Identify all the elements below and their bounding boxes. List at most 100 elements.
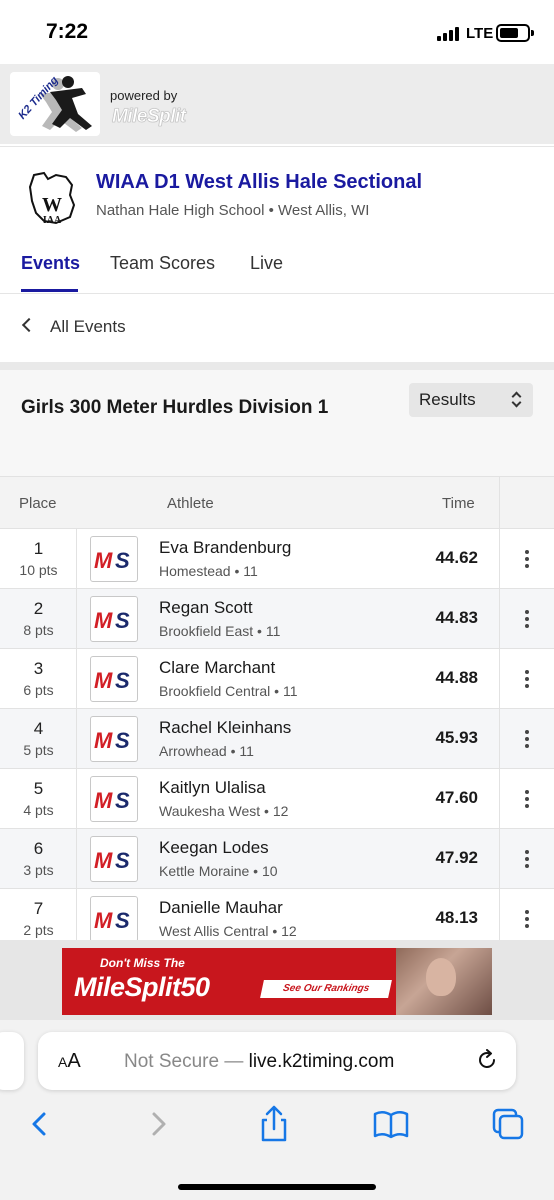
team-logo-s: S	[115, 728, 130, 753]
more-options-icon[interactable]	[500, 889, 554, 940]
athlete-name[interactable]: Keegan Lodes	[159, 838, 269, 858]
reload-icon[interactable]	[476, 1049, 498, 1071]
more-options-icon[interactable]	[500, 589, 554, 649]
more-options-icon[interactable]	[500, 709, 554, 769]
team-logo-m: M	[94, 548, 112, 573]
browser-chrome: AA Not Secure — live.k2timing.com	[0, 1020, 554, 1200]
place-value: 7	[33, 899, 44, 918]
k2-timing-logo[interactable]: K2 Timing	[10, 72, 100, 136]
table-row[interactable]: 5 4 pts M S Kaitlyn Ulalisa Waukesha West • 1…	[0, 768, 554, 829]
signal-strength-icon	[437, 27, 461, 41]
team-logo-s: S	[115, 608, 130, 633]
powered-by-label: powered by	[110, 88, 178, 103]
previous-tab-card[interactable]	[0, 1032, 24, 1090]
wiaa-logo-icon: W IAA	[28, 171, 76, 226]
team-logo: MS	[90, 596, 138, 642]
table-row[interactable]: 4 5 pts M S Rachel Kleinhans Arrowhead • 11 45…	[0, 708, 554, 769]
domain-label: live.k2timing.com	[248, 1051, 395, 1072]
meet-location: Nathan Hale High School • West Allis, WI	[96, 202, 370, 219]
team-logo: MS	[90, 656, 138, 702]
bookmarks-icon[interactable]	[371, 1104, 411, 1144]
athlete-team-grade: Homestead • 11	[159, 563, 258, 579]
athlete-name[interactable]: Eva Brandenburg	[159, 538, 291, 558]
place-value: 6	[33, 839, 44, 858]
forward-icon[interactable]	[138, 1104, 178, 1144]
column-divider	[76, 829, 77, 889]
tabs-icon[interactable]	[488, 1104, 528, 1144]
athlete-name[interactable]: Clare Marchant	[159, 658, 275, 678]
ad-athlete-photo	[396, 948, 492, 1015]
event-header: Girls 300 Meter Hurdles Division 1 Resul…	[0, 370, 554, 476]
address-bar[interactable]: AA Not Secure — live.k2timing.com	[38, 1032, 516, 1090]
table-row[interactable]: 2 8 pts M S Regan Scott Brookfield East • 11 4…	[0, 588, 554, 649]
athlete-name[interactable]: Regan Scott	[159, 598, 253, 618]
column-divider	[499, 477, 500, 529]
reader-options-button[interactable]: AA	[58, 1050, 81, 1073]
security-label: Not Secure —	[124, 1051, 244, 1072]
network-type: LTE	[466, 25, 494, 42]
status-bar: 7:22 LTE	[0, 0, 554, 64]
athlete-team-grade: Brookfield East • 11	[159, 623, 281, 639]
athlete-team-grade: West Allis Central • 12	[159, 923, 297, 939]
team-logo-m: M	[94, 788, 112, 813]
chevron-up-down-icon	[511, 390, 523, 410]
column-divider	[76, 769, 77, 829]
team-logo-s: S	[115, 848, 130, 873]
milesplit-wordmark: MileSplit	[112, 106, 187, 128]
milesplit50-ad-banner[interactable]: Don't Miss The MileSplit50 See Our Ranki…	[62, 948, 492, 1015]
points-value: 5 pts	[23, 742, 54, 758]
place-value: 4	[33, 719, 44, 738]
place-value: 2	[33, 599, 44, 618]
chevron-left-icon	[21, 317, 37, 333]
ad-big-text: MileSplit50	[74, 972, 210, 1002]
meet-title[interactable]: WIAA D1 West Allis Hale Sectional	[96, 171, 422, 194]
tab-team-scores[interactable]: Team Scores	[110, 253, 215, 274]
team-logo-m: M	[94, 848, 112, 873]
tab-live[interactable]: Live	[250, 253, 283, 274]
header-time: Time	[442, 495, 475, 512]
column-divider	[76, 649, 77, 709]
team-logo-s: S	[115, 788, 130, 813]
team-logo: MS	[90, 836, 138, 882]
team-logo-s: S	[115, 908, 130, 933]
result-time: 47.60	[435, 788, 478, 807]
more-options-icon[interactable]	[500, 829, 554, 889]
battery-icon	[496, 24, 534, 42]
result-time: 44.62	[435, 548, 478, 567]
share-icon[interactable]	[254, 1104, 294, 1144]
header-athlete: Athlete	[167, 495, 214, 512]
tab-events[interactable]: Events	[21, 253, 80, 274]
table-row[interactable]: 3 6 pts M S Clare Marchant Brookfield Central…	[0, 648, 554, 709]
home-indicator	[178, 1184, 376, 1190]
status-time: 7:22	[46, 20, 89, 43]
table-row[interactable]: 7 2 pts M S Danielle Mauhar West Allis Centra…	[0, 888, 554, 940]
back-icon[interactable]	[20, 1104, 60, 1144]
result-time: 48.13	[435, 908, 478, 927]
result-time: 45.93	[435, 728, 478, 747]
meet-header: W IAA WIAA D1 West Allis Hale Sectional …	[0, 146, 554, 294]
athlete-name[interactable]: Rachel Kleinhans	[159, 718, 291, 738]
active-tab-indicator	[21, 289, 78, 292]
result-time: 44.83	[435, 608, 478, 627]
column-divider	[76, 709, 77, 769]
ad-area: Don't Miss The MileSplit50 See Our Ranki…	[0, 940, 554, 1020]
column-divider	[76, 589, 77, 649]
column-divider	[76, 889, 77, 940]
svg-text:W: W	[42, 194, 62, 216]
athlete-name[interactable]: Kaitlyn Ulalisa	[159, 778, 266, 798]
table-row[interactable]: 1 10 pts M S Eva Brandenburg Homestead • 11 44…	[0, 528, 554, 589]
url-display[interactable]: Not Secure — live.k2timing.com	[124, 1051, 394, 1073]
athlete-team-grade: Brookfield Central • 11	[159, 683, 298, 699]
team-logo: MS	[90, 716, 138, 762]
place-value: 3	[33, 659, 44, 678]
back-to-events-link[interactable]: All Events	[0, 294, 554, 362]
more-options-icon[interactable]	[500, 529, 554, 589]
ad-small-text: Don't Miss The	[100, 956, 185, 970]
more-options-icon[interactable]	[500, 769, 554, 829]
more-options-icon[interactable]	[500, 649, 554, 709]
ad-cta: See Our Rankings	[260, 980, 392, 998]
table-row[interactable]: 6 3 pts M S Keegan Lodes Kettle Moraine • 10 4…	[0, 828, 554, 889]
athlete-name[interactable]: Danielle Mauhar	[159, 898, 283, 918]
table-header: Place Athlete Time	[0, 476, 554, 529]
results-view-select[interactable]: Results	[409, 383, 533, 417]
